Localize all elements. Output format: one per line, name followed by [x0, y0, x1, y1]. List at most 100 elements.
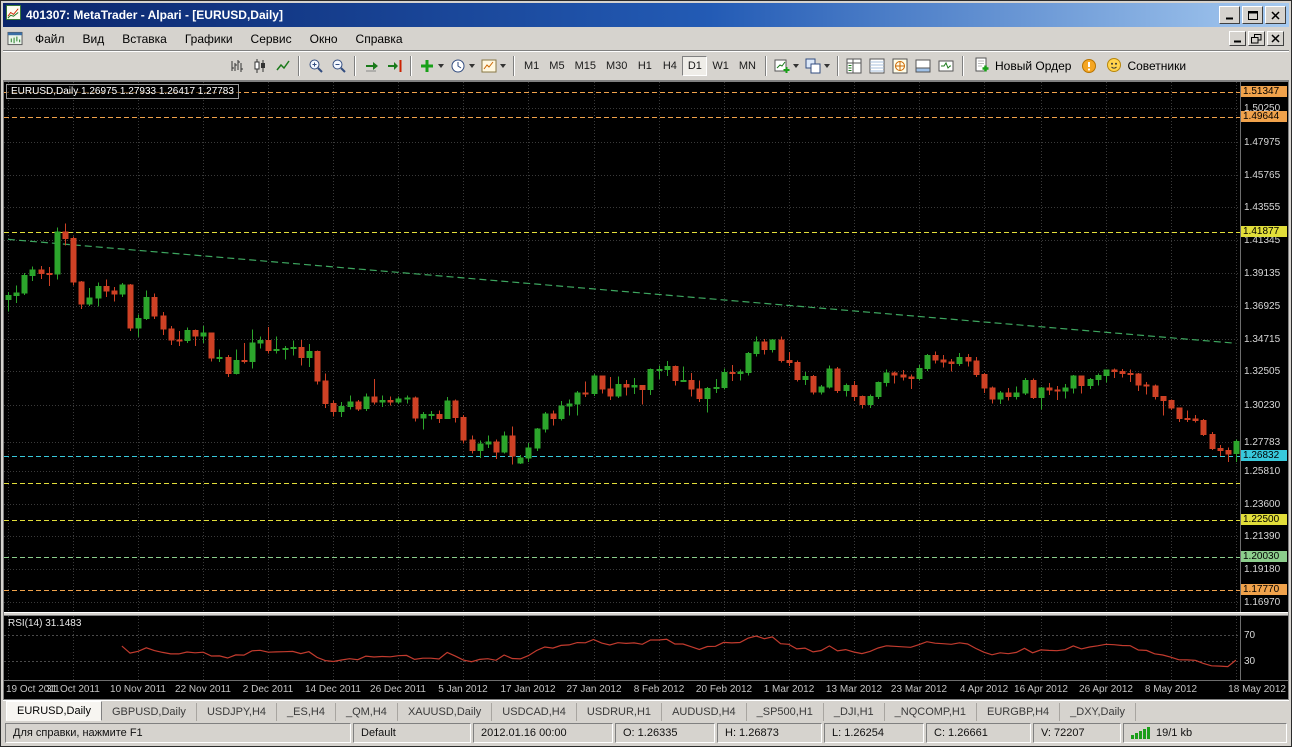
new-chart-icon[interactable] — [771, 55, 802, 77]
status-traffic: 19/1 kb — [1156, 727, 1193, 739]
main-chart[interactable]: EURUSD,Daily 1.26975 1.27933 1.26417 1.2… — [4, 82, 1241, 612]
zoom-out-icon[interactable] — [327, 55, 350, 77]
dropdown-arrow-icon[interactable] — [469, 64, 475, 68]
zoom-in-icon[interactable] — [304, 55, 327, 77]
child-close-button[interactable] — [1267, 31, 1284, 46]
dropdown-arrow-icon[interactable] — [500, 64, 506, 68]
navigator-icon[interactable] — [889, 55, 912, 77]
status-low: L: 1.26254 — [824, 723, 924, 743]
chart-tab[interactable]: EURGBP,H4 — [977, 703, 1061, 721]
menu-item-файл[interactable]: Файл — [26, 28, 74, 50]
menu-item-окно[interactable]: Окно — [301, 28, 347, 50]
toolbar: M1 M5 M15 M30 H1 H4 D1 W1 MN Новый Ордер Советники — [3, 51, 1289, 81]
chart-tab[interactable]: USDRUR,H1 — [577, 703, 663, 721]
status-open: O: 1.26335 — [615, 723, 715, 743]
menu-item-вид[interactable]: Вид — [74, 28, 114, 50]
date-tick: 16 Apr 2012 — [1014, 684, 1068, 695]
chart-tab[interactable]: _ES,H4 — [277, 703, 336, 721]
price-line-label: 1.22500 — [1241, 514, 1287, 525]
date-tick: 31 Oct 2011 — [46, 684, 100, 695]
market-watch-icon[interactable] — [843, 55, 866, 77]
timeframe-button-h1[interactable]: H1 — [632, 56, 657, 76]
strategy-tester-icon[interactable] — [935, 55, 958, 77]
status-profile[interactable]: Default — [353, 723, 471, 743]
price-line-label: 1.26832 — [1241, 450, 1287, 461]
menu-item-справка[interactable]: Справка — [347, 28, 412, 50]
chart-tab[interactable]: USDJPY,H4 — [197, 703, 278, 721]
chart-tab[interactable]: USDCAD,H4 — [492, 703, 577, 721]
price-line-label: 1.51347 — [1241, 86, 1287, 97]
chart-tab[interactable]: AUDUSD,H4 — [662, 703, 747, 721]
app-icon — [6, 5, 21, 25]
advisors-button[interactable]: Советники — [1100, 55, 1192, 77]
chart-tab[interactable]: GBPUSD,Daily — [102, 703, 197, 721]
chart-tab[interactable]: _SP500,H1 — [747, 703, 824, 721]
timeframe-button-m5[interactable]: M5 — [544, 56, 569, 76]
date-tick: 13 Mar 2012 — [825, 684, 883, 695]
time-axis[interactable]: 19 Oct 2011 31 Oct 2011 10 Nov 2011 22 Nov … — [4, 680, 1288, 699]
toolbar-separator — [513, 56, 515, 76]
date-tick: 27 Jan 2012 — [566, 684, 622, 695]
chart-window-icon — [6, 31, 24, 46]
menu-item-графики[interactable]: Графики — [176, 28, 242, 50]
chart-tab[interactable]: XAUUSD,Daily — [398, 703, 493, 721]
timeframe-button-m1[interactable]: M1 — [519, 56, 544, 76]
dropdown-arrow-icon[interactable] — [823, 64, 830, 68]
price-line-label: 1.20030 — [1241, 551, 1287, 562]
window-controls — [1219, 6, 1286, 24]
price-tick: 1.32505 — [1244, 366, 1281, 377]
date-tick: 5 Jan 2012 — [438, 684, 488, 695]
date-tick: 26 Apr 2012 — [1079, 684, 1133, 695]
status-connection: 19/1 kb — [1123, 723, 1287, 743]
timeframe-button-m30[interactable]: M30 — [601, 56, 632, 76]
price-tick: 1.47975 — [1244, 137, 1281, 148]
rsi-pane[interactable]: RSI(14) 31.1483 — [4, 616, 1241, 680]
price-scale[interactable]: 1.50250 1.47975 1.45765 1.43555 1.41345 1.391… — [1241, 82, 1288, 612]
chart-tab[interactable]: _QM,H4 — [336, 703, 398, 721]
timeframe-button-m15[interactable]: M15 — [570, 56, 601, 76]
chart-tab[interactable]: EURUSD,Daily — [6, 701, 102, 721]
warning-icon[interactable] — [1077, 55, 1100, 77]
auto-scroll-icon[interactable] — [360, 55, 383, 77]
minimize-button[interactable] — [1219, 6, 1240, 24]
menu-item-сервис[interactable]: Сервис — [242, 28, 301, 50]
periods-icon[interactable] — [447, 55, 478, 77]
new-order-icon — [974, 57, 990, 76]
timeframe-button-h4[interactable]: H4 — [657, 56, 682, 76]
toolbar-separator — [354, 56, 356, 76]
timeframe-button-d1[interactable]: D1 — [682, 56, 708, 76]
child-restore-button[interactable] — [1248, 31, 1265, 46]
date-tick: 10 Nov 2011 — [110, 684, 166, 695]
timeframe-button-mn[interactable]: MN — [734, 56, 761, 76]
chart-tab[interactable]: _NQCOMP,H1 — [885, 703, 977, 721]
chart-tabs: EURUSD,Daily GBPUSD,Daily USDJPY,H4 _ES,H4 _… — [3, 700, 1289, 721]
menu-bar: Файл Вид Вставка Графики Сервис Окно Справка — [3, 27, 1289, 51]
dropdown-arrow-icon[interactable] — [438, 64, 444, 68]
price-tick: 1.25810 — [1244, 466, 1281, 477]
date-tick: 23 Mar 2012 — [890, 684, 948, 695]
terminal-icon[interactable] — [912, 55, 935, 77]
candlestick-icon[interactable] — [248, 55, 271, 77]
new-order-button[interactable]: Новый Ордер — [968, 55, 1077, 77]
line-chart-icon[interactable] — [271, 55, 294, 77]
chart-shift-icon[interactable] — [383, 55, 406, 77]
dropdown-arrow-icon[interactable] — [792, 64, 799, 68]
maximize-button[interactable] — [1242, 6, 1263, 24]
price-tick: 1.34715 — [1244, 334, 1281, 345]
price-tick: 1.27783 — [1244, 437, 1281, 448]
close-button[interactable] — [1265, 6, 1286, 24]
menu-item-вставка[interactable]: Вставка — [113, 28, 176, 50]
chart-tab[interactable]: _DJI,H1 — [824, 703, 885, 721]
rsi-scale[interactable]: 70 30 — [1241, 616, 1288, 680]
advisors-icon — [1106, 57, 1122, 76]
profiles-icon[interactable] — [802, 55, 833, 77]
data-window-icon[interactable] — [866, 55, 889, 77]
templates-icon[interactable] — [478, 55, 509, 77]
rsi-tick: 70 — [1244, 630, 1256, 641]
chart-tab[interactable]: _DXY,Daily — [1060, 703, 1136, 721]
indicators-icon[interactable] — [416, 55, 447, 77]
child-minimize-button[interactable] — [1229, 31, 1246, 46]
price-line-label: 1.17770 — [1241, 584, 1287, 595]
bar-chart-icon[interactable] — [225, 55, 248, 77]
timeframe-button-w1[interactable]: W1 — [707, 56, 734, 76]
